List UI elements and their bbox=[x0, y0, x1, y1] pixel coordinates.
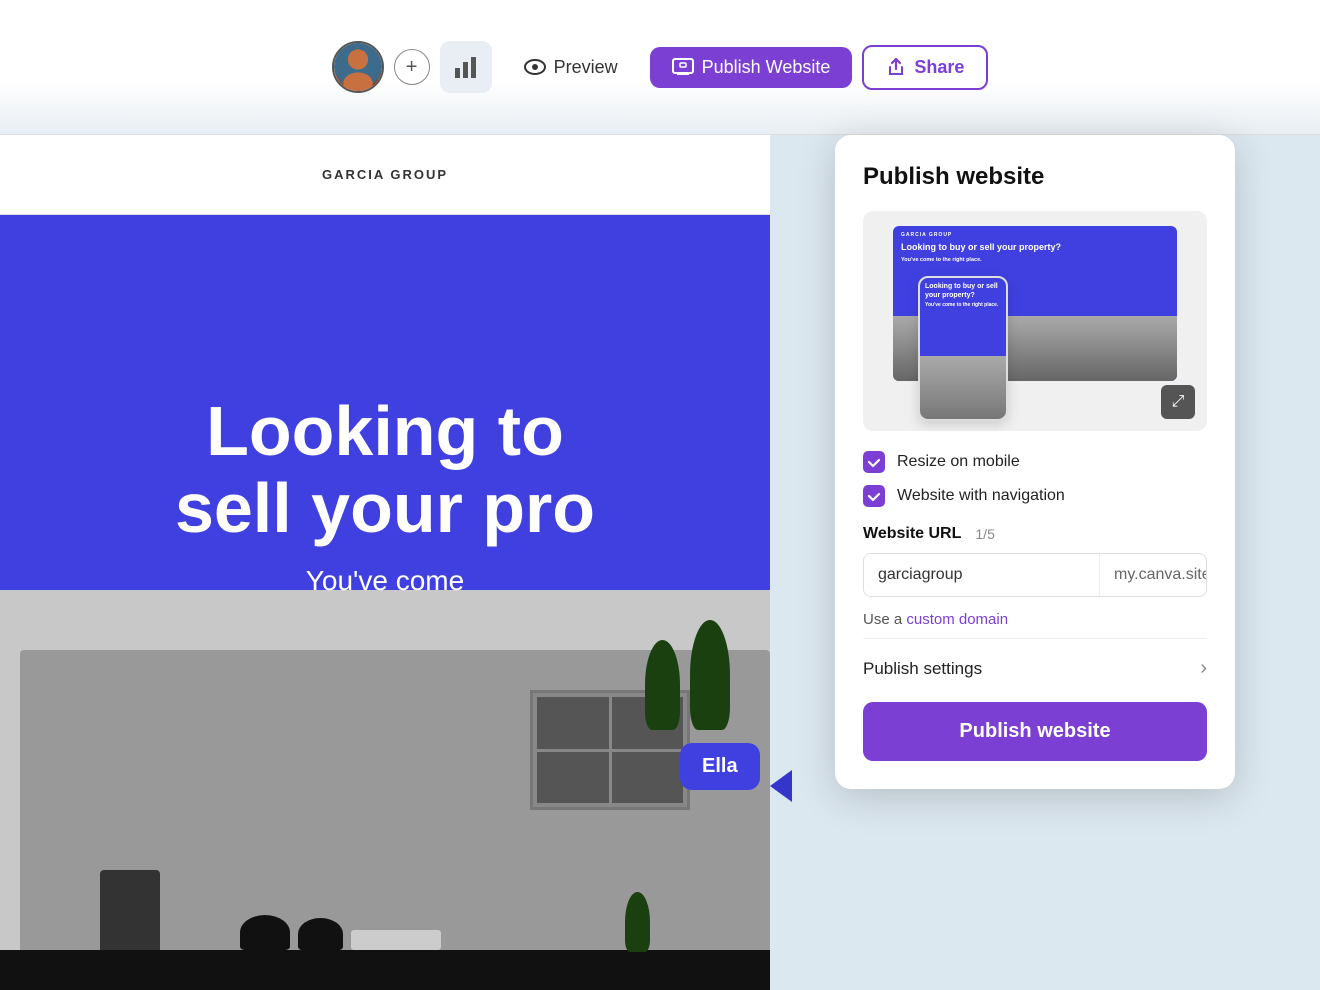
mockup-mobile: Looking to buy or sell your property? Yo… bbox=[918, 276, 1008, 421]
add-button[interactable]: + bbox=[394, 49, 430, 85]
mockup-mobile-subtext: You've come to the right place. bbox=[925, 302, 1001, 309]
house-door bbox=[100, 870, 160, 950]
checkmark-icon bbox=[867, 455, 881, 469]
hero-text-sub: You've come bbox=[306, 565, 464, 597]
house-scene bbox=[0, 590, 770, 990]
url-label: Website URL bbox=[863, 525, 961, 543]
mockup-mobile-content: Looking to buy or sell your property? Yo… bbox=[920, 278, 1006, 356]
publish-website-label: Publish Website bbox=[702, 57, 831, 78]
resize-mobile-label: Resize on mobile bbox=[897, 453, 1020, 471]
website-nav-checkbox[interactable] bbox=[863, 485, 885, 507]
hero-text: Looking to sell your pro bbox=[175, 393, 595, 547]
mockup-mobile-image bbox=[920, 356, 1006, 419]
resize-mobile-checkbox[interactable] bbox=[863, 451, 885, 473]
tree-1 bbox=[645, 640, 680, 730]
avatar-image bbox=[334, 43, 382, 91]
share-icon bbox=[886, 57, 906, 77]
share-label: Share bbox=[914, 57, 964, 78]
hero-text-line1: Looking to bbox=[175, 393, 595, 470]
preview-mockup: GARCIA GROUP Looking to buy or sell your… bbox=[863, 211, 1207, 431]
cursor-label: Ella bbox=[680, 743, 760, 790]
canvas-brand: GARCIA GROUP bbox=[30, 167, 740, 182]
outdoor-plant bbox=[625, 892, 650, 952]
custom-domain-row: Use a custom domain bbox=[863, 611, 1207, 628]
url-count: 1/5 bbox=[975, 526, 994, 542]
analytics-button[interactable] bbox=[440, 41, 492, 93]
expand-icon: ⤢ bbox=[1172, 393, 1185, 411]
panel-title: Publish website bbox=[863, 163, 1207, 191]
mockup-headline: Looking to buy or sell your property? bbox=[901, 242, 1169, 254]
outdoor-table bbox=[351, 930, 441, 950]
resize-mobile-row: Resize on mobile bbox=[863, 451, 1207, 473]
url-domain: my.canva.site bbox=[1099, 554, 1207, 596]
url-section: Website URL 1/5 my.canva.site bbox=[863, 525, 1207, 597]
checkmark-icon-2 bbox=[867, 489, 881, 503]
url-input-wrap: my.canva.site bbox=[863, 553, 1207, 597]
publish-icon bbox=[672, 58, 694, 76]
mockup-mobile-headline: Looking to buy or sell your property? bbox=[925, 282, 1001, 300]
chair-1 bbox=[240, 915, 290, 950]
topbar: + Preview Publish Website bbox=[0, 0, 1320, 135]
url-header: Website URL 1/5 bbox=[863, 525, 1207, 543]
topbar-inner: + Preview Publish Website bbox=[332, 41, 989, 93]
hero-text-line2: sell your pro bbox=[175, 470, 595, 547]
preview-button[interactable]: Preview bbox=[502, 47, 640, 88]
chair-2 bbox=[298, 918, 343, 950]
url-input[interactable] bbox=[864, 554, 1099, 596]
mockup-brand: GARCIA GROUP bbox=[901, 232, 1169, 239]
tree-2 bbox=[690, 620, 730, 730]
trees bbox=[645, 620, 730, 735]
analytics-icon bbox=[453, 54, 479, 80]
chevron-right-icon: › bbox=[1200, 657, 1207, 680]
publish-website-button[interactable]: Publish Website bbox=[650, 47, 853, 88]
website-nav-row: Website with navigation bbox=[863, 485, 1207, 507]
cursor-arrow bbox=[770, 770, 792, 802]
publish-panel: Publish website GARCIA GROUP Looking to … bbox=[835, 135, 1235, 789]
mockup-desktop-content: GARCIA GROUP Looking to buy or sell your… bbox=[893, 226, 1177, 270]
plus-icon: + bbox=[406, 56, 418, 79]
preview-label: Preview bbox=[554, 57, 618, 78]
publish-settings-label: Publish settings bbox=[863, 659, 982, 679]
publish-settings-row[interactable]: Publish settings › bbox=[863, 638, 1207, 698]
ground bbox=[0, 950, 770, 990]
mockup-subtext: You've come to the right place. bbox=[901, 257, 1169, 265]
publish-action-button[interactable]: Publish website bbox=[863, 702, 1207, 761]
custom-domain-prefix: Use a bbox=[863, 611, 906, 628]
avatar[interactable] bbox=[332, 41, 384, 93]
website-nav-label: Website with navigation bbox=[897, 487, 1065, 505]
canvas-area: GARCIA GROUP Looking to sell your pro Yo… bbox=[0, 135, 770, 990]
custom-domain-link[interactable]: custom domain bbox=[906, 611, 1008, 628]
expand-button[interactable]: ⤢ bbox=[1161, 385, 1195, 419]
eye-icon bbox=[524, 59, 546, 75]
canvas-header: GARCIA GROUP bbox=[0, 135, 770, 215]
share-button[interactable]: Share bbox=[862, 45, 988, 90]
outdoor-furniture bbox=[240, 915, 441, 950]
